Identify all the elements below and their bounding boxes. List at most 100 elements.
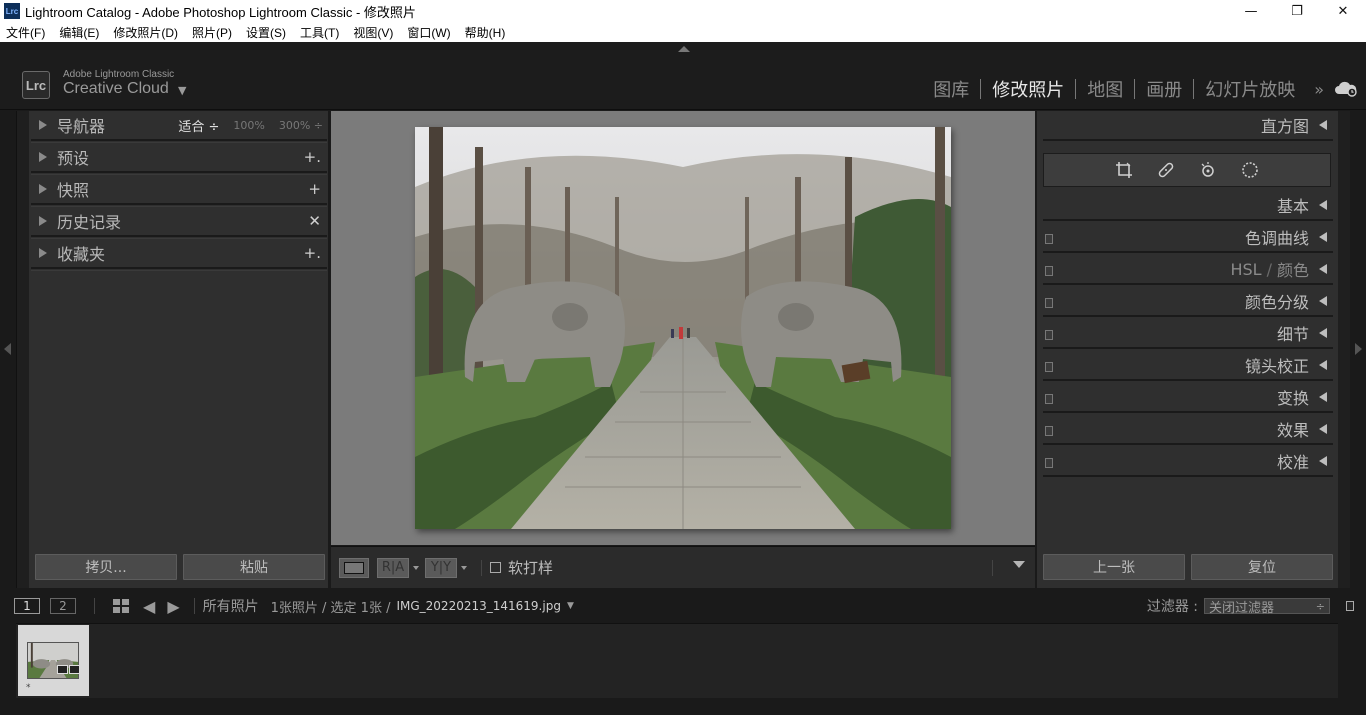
before-after-yy-dropdown-icon[interactable] (461, 565, 467, 570)
section-toggle-switch[interactable] (1045, 298, 1053, 308)
filename-dropdown-icon[interactable]: ▼ (567, 601, 574, 611)
section-toggle-switch[interactable] (1045, 394, 1053, 404)
comment-badge-icon (57, 665, 68, 674)
source-label[interactable]: 所有照片 (203, 596, 259, 616)
section-header[interactable]: 细节 (1043, 319, 1333, 349)
soft-proof-checkbox[interactable] (490, 562, 501, 573)
filter-select[interactable]: 关闭过滤器 ÷ (1204, 598, 1330, 616)
right-panel-edge[interactable] (1338, 111, 1350, 588)
section-header[interactable]: 基本 (1043, 191, 1333, 221)
filter-lock-icon[interactable] (1346, 601, 1354, 611)
module-book[interactable]: 画册 (1135, 76, 1193, 102)
filmstrip-thumbnail[interactable]: * (18, 625, 89, 696)
section-toggle-switch[interactable] (1045, 234, 1053, 244)
menu-develop[interactable]: 修改照片(D) (113, 24, 178, 41)
zoom-fit-option[interactable]: 适合 ÷ (178, 116, 219, 135)
left-panel-edge[interactable] (17, 111, 29, 588)
filmstrip-header: 1 2 ◀ ▶ 所有照片 1张照片 / 选定 1张 / IMG_20220213… (0, 594, 1366, 618)
filter-label: 过滤器 : (1146, 599, 1198, 615)
section-label: 细节 (1276, 325, 1309, 344)
app-icon: Lrc (4, 3, 20, 19)
module-develop[interactable]: 修改照片 (981, 76, 1075, 102)
zoom-100-option[interactable]: 100% (233, 119, 264, 132)
filmstrip: * (16, 623, 1338, 698)
brand-dropdown-icon[interactable]: ▼ (178, 84, 186, 97)
grid-view-icon[interactable] (113, 599, 129, 613)
menu-view[interactable]: 视图(V) (353, 24, 393, 41)
snapshots-label: 快照 (57, 181, 90, 200)
section-header[interactable]: 颜色分级 (1043, 287, 1333, 317)
histogram-header[interactable]: 直方图 (1043, 111, 1333, 141)
previous-button[interactable]: 上一张 (1043, 554, 1185, 580)
filename-label[interactable]: IMG_20220213_141619.jpg (396, 599, 560, 613)
toolbar-options-dropdown-icon[interactable] (1013, 561, 1025, 568)
crop-tool-icon[interactable] (1114, 160, 1134, 180)
module-library[interactable]: 图库 (922, 76, 980, 102)
red-eye-tool-icon[interactable] (1198, 160, 1218, 180)
restore-button[interactable]: ❐ (1274, 0, 1320, 22)
loupe-view-button[interactable] (339, 557, 369, 578)
section-header[interactable]: HSL / 颜色 (1043, 255, 1333, 285)
show-right-panel-arrow-icon[interactable] (1355, 343, 1362, 355)
menu-tools[interactable]: 工具(T) (300, 24, 339, 41)
brand-name[interactable]: Creative Cloud (63, 80, 169, 98)
before-after-ra-dropdown-icon[interactable] (413, 565, 419, 570)
menu-settings[interactable]: 设置(S) (246, 24, 286, 41)
navigator-header[interactable]: 导航器 适合 ÷ 100% 300% ÷ (31, 111, 327, 143)
section-header[interactable]: 效果 (1043, 415, 1333, 445)
add-snapshot-icon[interactable]: + (308, 180, 321, 198)
section-label: 校准 (1276, 453, 1309, 472)
menu-file[interactable]: 文件(F) (6, 24, 45, 41)
section-toggle-switch[interactable] (1045, 266, 1053, 276)
clear-history-icon[interactable]: ✕ (308, 212, 321, 230)
close-button[interactable]: ✕ (1320, 0, 1366, 22)
snapshots-header[interactable]: 快照 + (31, 175, 327, 207)
minimize-button[interactable]: — (1228, 0, 1274, 22)
copy-settings-button[interactable]: 拷贝... (35, 554, 177, 580)
paste-settings-button[interactable]: 粘贴 (183, 554, 325, 580)
before-after-yy-button[interactable]: Y|Y (425, 557, 457, 578)
collapse-triangle-icon (1319, 328, 1327, 338)
section-header[interactable]: 校准 (1043, 447, 1333, 477)
collections-header[interactable]: 收藏夹 +. (31, 239, 327, 271)
brand-small-text: Adobe Lightroom Classic (63, 69, 175, 80)
menu-help[interactable]: 帮助(H) (465, 24, 506, 41)
menu-window[interactable]: 窗口(W) (407, 24, 450, 41)
module-slideshow[interactable]: 幻灯片放映 (1194, 76, 1306, 102)
photo-preview[interactable] (415, 127, 951, 529)
module-map[interactable]: 地图 (1076, 76, 1134, 102)
show-left-panel-arrow-icon[interactable] (4, 343, 11, 355)
before-after-ra-button[interactable]: R|A (377, 557, 409, 578)
left-panel: 导航器 适合 ÷ 100% 300% ÷ 预设 +. 快照 + 历史记录 ✕ 收… (16, 111, 328, 588)
healing-tool-icon[interactable] (1156, 160, 1176, 180)
section-toggle-switch[interactable] (1045, 458, 1053, 468)
section-header[interactable]: 色调曲线 (1043, 223, 1333, 253)
expand-triangle-icon (39, 120, 47, 130)
main-window-button[interactable]: 1 (14, 598, 40, 614)
menu-edit[interactable]: 编辑(E) (59, 24, 99, 41)
reset-button[interactable]: 复位 (1191, 554, 1333, 580)
window-title-bar: Lrc Lightroom Catalog - Adobe Photoshop … (0, 0, 1366, 22)
add-collection-icon[interactable]: +. (304, 244, 321, 262)
second-window-button[interactable]: 2 (50, 598, 76, 614)
forward-arrow-icon[interactable]: ▶ (167, 597, 179, 616)
zoom-300-option[interactable]: 300% ÷ (279, 119, 323, 132)
thumbnail-marker: * (26, 683, 31, 693)
section-header[interactable]: 镜头校正 (1043, 351, 1333, 381)
section-toggle-switch[interactable] (1045, 426, 1053, 436)
history-header[interactable]: 历史记录 ✕ (31, 207, 327, 239)
menu-photo[interactable]: 照片(P) (192, 24, 232, 41)
add-preset-icon[interactable]: +. (304, 148, 321, 166)
back-arrow-icon[interactable]: ◀ (143, 597, 155, 616)
collapse-top-panel-arrow-icon[interactable] (678, 46, 690, 52)
collapse-triangle-icon (1319, 264, 1327, 274)
presets-header[interactable]: 预设 +. (31, 143, 327, 175)
cloud-sync-icon[interactable] (1334, 79, 1358, 97)
masking-tool-icon[interactable] (1240, 160, 1260, 180)
section-header[interactable]: 变换 (1043, 383, 1333, 413)
more-modules-icon[interactable]: » (1306, 80, 1324, 99)
section-toggle-switch[interactable] (1045, 362, 1053, 372)
collapse-triangle-icon (1319, 360, 1327, 370)
photo-count-label: 1张照片 / 选定 1张 / (270, 600, 391, 616)
section-toggle-switch[interactable] (1045, 330, 1053, 340)
